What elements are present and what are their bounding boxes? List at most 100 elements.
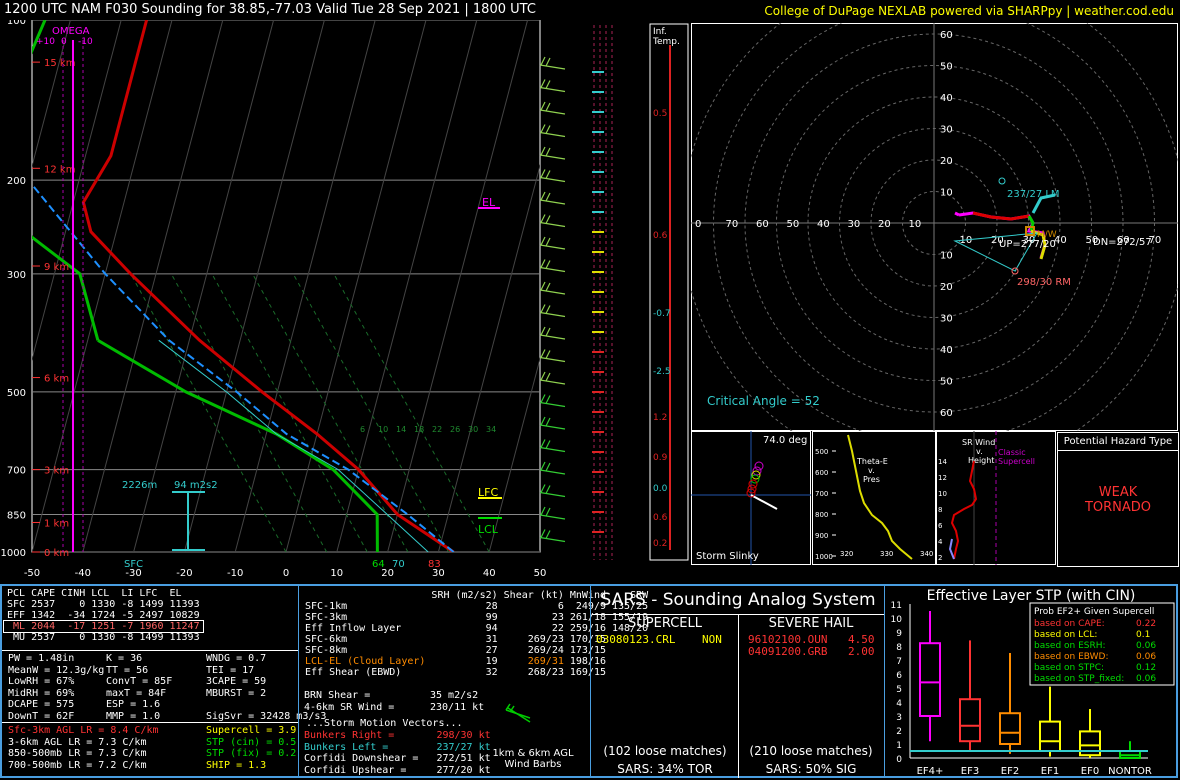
temperature-ticks: -50 -40 -30 -20 -10 0 10 20 30 40 50 [24,568,547,579]
isotherm [387,20,529,552]
temp-tick-label: -50 [24,568,40,579]
wind-barb-flag [540,56,546,66]
inferred-value: -2.5 [653,367,671,377]
wind-barb-flag [540,169,546,178]
wind-barb-flag [545,305,551,314]
wind-barb-flag [540,191,546,201]
parcel-header-cell: LCL [91,588,110,599]
parcel-cell: -8 [121,632,134,643]
parcel-cell: -17 [67,621,86,632]
omega-tick-minus: -10 [78,37,93,47]
stp-legend-rows: based on CAPE: 0.22 based on LCL: 0.1 based … [1034,619,1156,684]
wind-barb-flag [540,236,546,246]
hail-match-1-size: 4.50 [848,633,875,646]
pressure-tick-label: 1000 [1,548,26,559]
stp-y-tick: 7 [896,657,902,667]
wind-barb-flag [545,462,551,472]
theta-frame [812,431,936,565]
axis-label: 40 [817,219,830,230]
wind-barb [539,401,566,408]
temp-tick-label: 40 [483,568,496,579]
kinematics-cell: 269/31 [527,656,564,667]
moist-adiabat [333,273,490,552]
indices-col2: K = 36 TT = 56 ConvT = 85F maxT = 84F ES… [106,653,173,722]
supercell-match: 03080123.CRL [596,633,676,646]
temp-tick-label: -10 [227,568,243,579]
axis-label: 0 [695,219,701,230]
wind-barb-flag [540,326,546,336]
height-tick-label: 0 km [44,548,69,559]
axis-label: 50 [787,219,800,230]
parcel-cell: 1342 [31,610,56,621]
isotherm [285,20,427,552]
wind-barb-flag [545,125,551,134]
temperature-line [129,272,455,552]
ring-label: 30 [940,314,953,325]
inset-speed-label: 10 [378,425,388,434]
wind-barb-flag [540,529,546,538]
parcel-row[interactable]: ML 2044 -17 1251 -7 1960 11247 [3,620,204,633]
parcel-cell: 11393 [169,599,200,610]
wind-barb-flag [545,192,551,202]
wind-barb-flag [545,372,551,382]
theta-p-tick: 500 [815,448,828,456]
up-label: UP=277/20 [999,239,1056,250]
moist-adiabat [252,273,409,552]
kinematics-cell: 99 [485,612,498,623]
inset-speed-label: 26 [450,425,460,434]
kinematics-cell: SFC-6km [305,634,348,645]
hail-match-2-size: 2.00 [848,645,875,658]
wind-barb [539,536,566,543]
wind-barb-flag [540,439,546,448]
parcel-row[interactable]: MU 2537 0 1330 -8 1499 11393 [4,632,203,643]
parcel-row[interactable]: EFF 1342 -34 1724 -5 2497 10829 [4,610,203,621]
inferred-value: -0.7 [653,309,671,319]
sr-wind-panel: 14 12 10 8 6 4 2 SR Wind v. Height Classic Sup… [936,431,1056,565]
stp-y-tick: 4 [896,699,902,709]
wind-barb [539,514,566,520]
wind-barb [539,199,566,205]
moist-adiabat [292,273,449,552]
pressure-ticks: 100 200 300 500 700 850 1000 [1,20,26,559]
height-ticks: 15 km 12 km 9 km 6 km 3 km 1 km 0 km [32,58,75,559]
divider [298,586,299,776]
wind-barb-flag [545,80,551,89]
lfc-label: LFC [478,486,498,499]
inferred-value: 0.6 [653,231,668,241]
parcel-cell: 10829 [169,610,200,621]
sr-tag-1: Classic [998,448,1026,457]
sars-title: SARS - Sounding Analog System [600,590,876,610]
parcel-header-cell: LI [121,588,134,599]
hail-title: SEVERE HAIL [768,616,854,631]
inferred-value: 0.9 [653,453,668,463]
parcel-panel: PCL CAPE CINH LCL LI LFC EL SFC 2537 0 1330 -8 1499… [3,588,296,643]
stp-y-tick: 11 [891,601,902,611]
sfc-label: SFC [124,559,143,570]
kinematics-cell: 6 [557,601,564,612]
stp-box [959,698,981,743]
divider [2,722,298,723]
parcel-row[interactable]: SFC 2537 0 1330 -8 1499 11393 [4,599,203,610]
sfc-parcel-label: 70 [392,559,405,570]
sr-wind-46-value: 230/11 kt [430,702,485,713]
sr-tag-2: Supercell [998,457,1035,466]
lapse-rate-line: 3-6km AGL LR = 7.3 C/km [8,736,147,748]
sr-title-3: Height [968,456,994,465]
moist-adiabat [170,273,328,552]
ring-label: 10 [940,188,953,199]
lapse-rates: Sfc-3km AGL LR = 8.4 C/km 3-6km AGL LR = … [8,725,159,771]
stp-y-tick: 3 [896,713,902,723]
theta-p-tick: 800 [815,511,828,519]
srwind-h-tick: 14 [938,458,947,466]
wind-barb [539,86,566,93]
ring-label: 40 [940,93,953,104]
wind-barb-flag [540,461,546,471]
parcel-cell: -8 [121,599,134,610]
ring-label: 60 [940,30,953,41]
supercell-stat: SARS: 34% TOR [617,762,713,776]
wind-barb-flag [540,394,546,403]
parcel-cell: EFF [7,610,26,621]
stp-category-label: EF4+ [917,766,944,777]
stp-legend-label: based on EBWD: [1034,652,1109,662]
wind-barb-flag [540,281,546,291]
